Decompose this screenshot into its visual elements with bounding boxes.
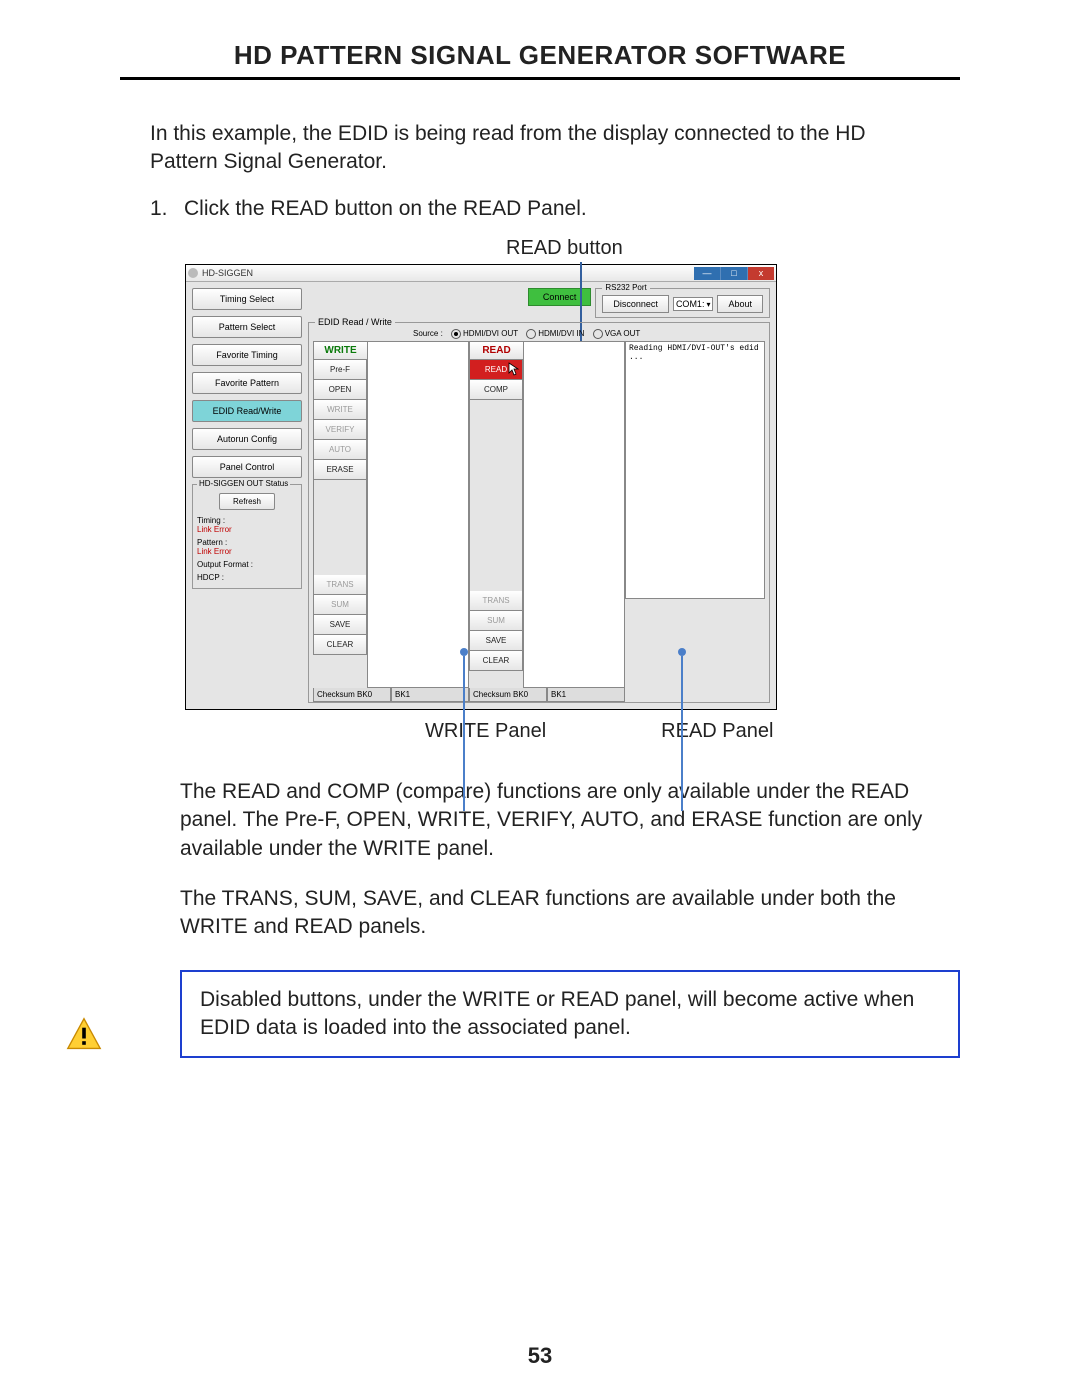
panel-gap [469, 400, 523, 591]
page-number: 53 [0, 1343, 1080, 1369]
about-button[interactable]: About [717, 295, 763, 313]
read-read-button[interactable]: READ [469, 360, 523, 380]
com-port-select[interactable]: COM1:▾ [673, 297, 714, 311]
disconnect-button[interactable]: Disconnect [602, 295, 669, 313]
app-window: HD-SIGGEN — □ x Timing Select Pattern Se… [185, 264, 777, 710]
status-timing: Timing : Link Error [197, 516, 297, 534]
write-clear-button[interactable]: CLEAR [313, 635, 367, 655]
cursor-icon [508, 362, 520, 376]
log-output: Reading HDMI/DVI-OUT's edid ... [625, 341, 765, 599]
sidebar-favorite-timing[interactable]: Favorite Timing [192, 344, 302, 366]
callout-dot [460, 648, 468, 656]
step-number: 1. [150, 195, 184, 223]
write-verify-button[interactable]: VERIFY [313, 420, 367, 440]
read-comp-button[interactable]: COMP [469, 380, 523, 400]
radio-hdmi-out[interactable] [451, 329, 461, 339]
paragraph-1: The READ and COMP (compare) functions ar… [180, 778, 930, 863]
write-panel-body [367, 341, 469, 688]
app-icon [188, 268, 198, 278]
radio-hdmi-in[interactable] [526, 329, 536, 339]
sidebar-edid-readwrite[interactable]: EDID Read/Write [192, 400, 302, 422]
read-sum-button[interactable]: SUM [469, 611, 523, 631]
status-group: HD-SIGGEN OUT Status Refresh Timing : Li… [192, 484, 302, 589]
edid-group: EDID Read / Write Source : HDMI/DVI OUT … [308, 322, 770, 703]
window-titlebar[interactable]: HD-SIGGEN — □ x [186, 265, 776, 282]
callout-write-panel: WRITE Panel [425, 720, 546, 743]
read-save-button[interactable]: SAVE [469, 631, 523, 651]
write-auto-button[interactable]: AUTO [313, 440, 367, 460]
sidebar-autorun-config[interactable]: Autorun Config [192, 428, 302, 450]
write-checksum-bk1: BK1 [391, 688, 469, 702]
write-checksum-bk0: Checksum BK0 [313, 688, 391, 702]
status-refresh-button[interactable]: Refresh [219, 493, 275, 510]
status-title: HD-SIGGEN OUT Status [197, 479, 290, 488]
callout-read-button: READ button [506, 237, 960, 260]
window-maximize-button[interactable]: □ [720, 267, 748, 280]
intro-text: In this example, the EDID is being read … [150, 120, 930, 177]
status-hdcp: HDCP : [197, 573, 297, 582]
panel-gap [313, 480, 367, 575]
read-checksum-bk0: Checksum BK0 [469, 688, 547, 702]
callout-line [681, 656, 683, 811]
read-trans-button[interactable]: TRANS [469, 591, 523, 611]
radio-vga-out[interactable] [593, 329, 603, 339]
write-open-button[interactable]: OPEN [313, 380, 367, 400]
read-panel-body [523, 341, 625, 688]
write-panel-head: WRITE [313, 341, 367, 360]
paragraph-2: The TRANS, SUM, SAVE, and CLEAR function… [180, 885, 930, 942]
read-clear-button[interactable]: CLEAR [469, 651, 523, 671]
warning-text: Disabled buttons, under the WRITE or REA… [200, 986, 940, 1043]
window-minimize-button[interactable]: — [694, 267, 720, 280]
write-sum-button[interactable]: SUM [313, 595, 367, 615]
callout-dot [678, 648, 686, 656]
window-close-button[interactable]: x [748, 267, 774, 280]
callout-line [463, 656, 465, 811]
page-title: HD PATTERN SIGNAL GENERATOR SOFTWARE [120, 40, 960, 80]
status-output-format: Output Format : [197, 560, 297, 569]
sidebar-panel-control[interactable]: Panel Control [192, 456, 302, 478]
warning-box: Disabled buttons, under the WRITE or REA… [180, 970, 960, 1059]
write-trans-button[interactable]: TRANS [313, 575, 367, 595]
write-save-button[interactable]: SAVE [313, 615, 367, 635]
callout-read-panel: READ Panel [661, 720, 773, 743]
rs232-title: RS232 Port [602, 283, 649, 292]
step-text: Click the READ button on the READ Panel. [184, 195, 587, 223]
write-erase-button[interactable]: ERASE [313, 460, 367, 480]
write-write-button[interactable]: WRITE [313, 400, 367, 420]
edid-title: EDID Read / Write [315, 317, 395, 327]
warning-icon [66, 1016, 102, 1052]
chevron-down-icon: ▾ [706, 300, 710, 309]
window-title: HD-SIGGEN [202, 268, 694, 278]
status-pattern: Pattern : Link Error [197, 538, 297, 556]
sidebar-favorite-pattern[interactable]: Favorite Pattern [192, 372, 302, 394]
sidebar-timing-select[interactable]: Timing Select [192, 288, 302, 310]
read-panel-head: READ [469, 341, 523, 360]
sidebar-pattern-select[interactable]: Pattern Select [192, 316, 302, 338]
read-checksum-bk1: BK1 [547, 688, 625, 702]
write-pref-button[interactable]: Pre-F [313, 360, 367, 380]
rs232-port-group: RS232 Port Disconnect COM1:▾ About [595, 288, 770, 318]
source-row: Source : HDMI/DVI OUT HDMI/DVI IN VGA OU… [413, 329, 765, 339]
